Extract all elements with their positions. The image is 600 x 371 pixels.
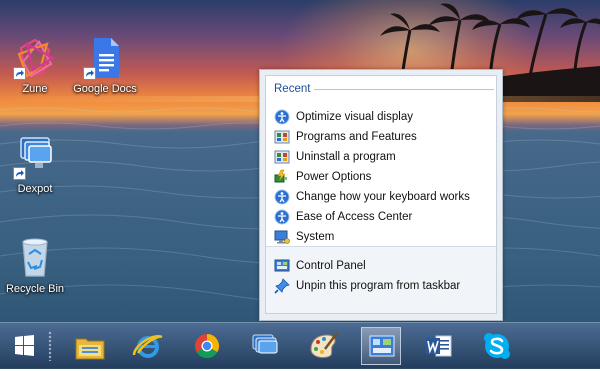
recent-item-label: Optimize visual display: [296, 111, 413, 123]
task-control-panel[interactable]: Control Panel: [274, 256, 496, 276]
taskbar-control-panel[interactable]: [361, 327, 401, 365]
taskbar-chrome[interactable]: [187, 327, 227, 365]
desktop-icon-google-docs[interactable]: Google Docs: [70, 36, 140, 95]
jump-list-body: Recent Optimize visual display Programs …: [265, 75, 497, 314]
programs-features-icon: [274, 149, 290, 165]
taskbar-skype[interactable]: [477, 327, 517, 365]
recent-item-label: Change how your keyboard works: [296, 191, 470, 203]
internet-explorer-icon: [132, 334, 163, 358]
recent-item-system[interactable]: System: [274, 227, 496, 247]
recent-item-label: Ease of Access Center: [296, 211, 413, 223]
skype-icon: [484, 333, 510, 359]
control-panel-jump-list: Recent Optimize visual display Programs …: [259, 69, 503, 321]
control-panel-icon: [369, 335, 395, 357]
word-icon: [426, 335, 452, 357]
taskbar-word[interactable]: [419, 327, 459, 365]
task-label: Unpin this program from taskbar: [296, 280, 461, 292]
ease-of-access-icon: [274, 109, 290, 125]
task-unpin-from-taskbar[interactable]: Unpin this program from taskbar: [274, 276, 496, 296]
zune-icon: [13, 36, 57, 80]
recent-item-label: System: [296, 231, 335, 243]
unpin-icon: [274, 278, 290, 294]
recent-item-label: Power Options: [296, 171, 372, 183]
desktop-icon-label: Recycle Bin: [5, 283, 65, 295]
recent-item-label: Uninstall a program: [296, 151, 396, 163]
control-panel-icon: [274, 258, 290, 274]
programs-features-icon: [274, 129, 290, 145]
desktop-icon-label: Dexpot: [17, 183, 53, 195]
shortcut-arrow-icon: [13, 67, 26, 80]
recent-divider: [314, 89, 494, 90]
desktop-icon-recycle-bin[interactable]: Recycle Bin: [0, 236, 70, 295]
file-explorer-icon: [75, 338, 105, 360]
taskbar-dexpot[interactable]: [245, 327, 285, 365]
tasks-section: Control Panel Unpin this program from ta…: [266, 246, 496, 313]
recent-item-programs-and-features[interactable]: Programs and Features: [274, 127, 496, 147]
shortcut-arrow-icon: [13, 167, 26, 180]
taskbar-grip[interactable]: [48, 331, 52, 361]
dexpot-icon: [13, 136, 57, 180]
task-label: Control Panel: [296, 260, 366, 272]
taskbar-file-explorer[interactable]: [70, 327, 110, 365]
desktop-icon-label: Zune: [22, 83, 48, 95]
ease-of-access-icon: [274, 209, 290, 225]
taskbar-internet-explorer[interactable]: [128, 327, 168, 365]
start-button[interactable]: [4, 327, 44, 365]
desktop-icon-label: Google Docs: [73, 83, 137, 95]
ease-of-access-icon: [274, 189, 290, 205]
google-docs-icon: [83, 36, 127, 80]
recent-item-power-options[interactable]: Power Options: [274, 167, 496, 187]
system-icon: [274, 229, 290, 245]
taskbar-paint[interactable]: [303, 327, 343, 365]
windows-start-icon: [15, 335, 34, 356]
taskbar: [0, 322, 600, 369]
recent-item-ease-of-access-center[interactable]: Ease of Access Center: [274, 207, 496, 227]
recent-item-uninstall-a-program[interactable]: Uninstall a program: [274, 147, 496, 167]
chrome-icon: [195, 334, 220, 359]
recent-item-optimize-visual-display[interactable]: Optimize visual display: [274, 107, 496, 127]
recent-item-label: Programs and Features: [296, 131, 417, 143]
recycle-bin-icon: [13, 236, 57, 280]
desktop-icon-zune[interactable]: Zune: [0, 36, 70, 95]
power-options-icon: [274, 169, 290, 185]
desktop-icon-dexpot[interactable]: Dexpot: [0, 136, 70, 195]
shortcut-arrow-icon: [83, 67, 96, 80]
dexpot-icon: [252, 334, 278, 354]
paint-icon: [310, 332, 338, 358]
recent-item-change-keyboard[interactable]: Change how your keyboard works: [274, 187, 496, 207]
